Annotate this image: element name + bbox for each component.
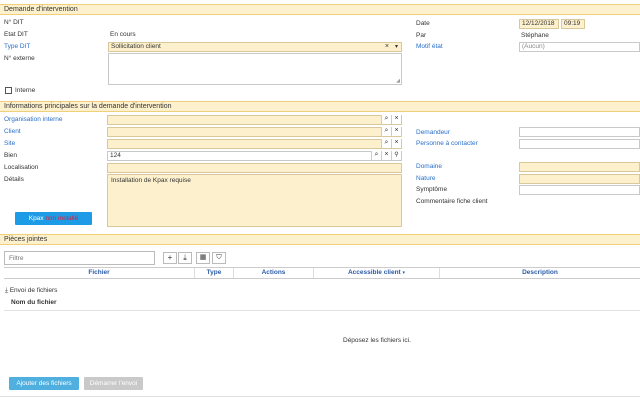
search-icon[interactable]: ⌕ [381, 115, 391, 124]
download-icon[interactable]: ⤓ [178, 252, 192, 264]
clear-icon[interactable]: × [391, 127, 401, 136]
num-externe-textarea[interactable]: ◢ [108, 53, 402, 85]
site-field[interactable]: ⌕ × [107, 139, 402, 149]
personne-contacter-link[interactable]: Personne à contacter [416, 140, 478, 148]
envoi-fichiers-row: ⤓ Envoi de fichiers [5, 287, 57, 295]
grid-icon[interactable]: ▦ [196, 252, 210, 264]
column-header-fichier[interactable]: Fichier [4, 268, 194, 278]
type-dit-value: Sollicitation client [111, 43, 161, 50]
kpax-status-button[interactable]: Kpax non installé [15, 212, 92, 225]
column-header-actions[interactable]: Actions [234, 268, 313, 278]
date-label: Date [416, 20, 430, 27]
etat-dit-label: Etat DIT [4, 31, 28, 38]
time-field[interactable]: 09:19 [561, 19, 585, 29]
search-icon[interactable]: ⌕ [381, 127, 391, 136]
bien-field[interactable]: 124 ⌕ × ⚲ [107, 151, 402, 161]
organisation-link[interactable]: Organisation interne [4, 116, 63, 124]
drop-zone[interactable]: Déposez les fichiers ici. [4, 311, 640, 373]
etat-dit-value: En cours [110, 31, 136, 38]
date-value: 12/12/2018 [522, 20, 555, 27]
column-header-accessible-client[interactable]: Accessible client ▾ [314, 268, 439, 278]
details-textarea[interactable]: Installation de Kpax requise [107, 174, 402, 227]
clear-icon[interactable]: × [381, 151, 391, 160]
nom-fichier-header: Nom du fichier [11, 299, 57, 306]
client-field[interactable]: ⌕ × [107, 127, 402, 137]
sort-down-icon[interactable]: ▾ [403, 270, 406, 276]
par-label: Par [416, 32, 427, 39]
clear-icon[interactable]: × [391, 139, 401, 148]
symptome-field[interactable] [519, 185, 640, 195]
upload-icon: ⤓ [5, 287, 8, 294]
plus-icon[interactable]: + [163, 252, 177, 264]
kpax-warning: non installé [45, 215, 79, 222]
accessible-client-label: Accessible client [347, 269, 401, 276]
filter-icon[interactable]: ⛉ [212, 252, 226, 264]
interne-checkbox[interactable] [5, 87, 12, 94]
clear-icon[interactable]: × [385, 43, 389, 51]
demandeur-link[interactable]: Demandeur [416, 129, 450, 137]
start-upload-button[interactable]: Démarrer l'envoi [84, 377, 143, 390]
chevron-down-icon[interactable]: ▾ [395, 43, 398, 51]
details-value: Installation de Kpax requise [111, 177, 191, 184]
num-dit-label: N° DIT [4, 19, 24, 26]
domaine-field[interactable] [519, 162, 640, 172]
site-link[interactable]: Site [4, 140, 15, 148]
localisation-label: Localisation [4, 164, 39, 171]
localisation-field[interactable] [107, 163, 402, 173]
date-field[interactable]: 12/12/2018 [519, 19, 559, 29]
motif-etat-value: (Aucun) [522, 43, 545, 50]
bien-label: Bien [4, 152, 18, 159]
search-icon[interactable]: ⌕ [371, 151, 381, 160]
column-header-type[interactable]: Type [195, 268, 233, 278]
clear-icon[interactable]: × [391, 115, 401, 124]
nature-field[interactable] [519, 174, 640, 184]
motif-etat-link[interactable]: Motif état [416, 43, 443, 51]
section-header-pieces: Pièces jointes [0, 234, 640, 245]
section-header-demande: Demande d'intervention [0, 4, 640, 15]
time-value: 09:19 [564, 20, 581, 27]
type-dit-select[interactable]: Sollicitation client × ▾ [108, 42, 402, 52]
commentaire-label: Commentaire fiche client [416, 198, 488, 205]
resize-handle-icon[interactable]: ◢ [396, 78, 400, 84]
details-label: Détails [4, 176, 24, 183]
client-link[interactable]: Client [4, 128, 21, 136]
section-header-infos: Informations principales sur la demande … [0, 101, 640, 112]
envoi-fichiers-label: Envoi de fichiers [9, 287, 58, 294]
hierarchy-icon[interactable]: ⚲ [391, 151, 401, 160]
bottom-divider [0, 396, 640, 397]
symptome-label: Symptôme [416, 186, 448, 193]
drop-zone-text: Déposez les fichiers ici. [343, 337, 411, 344]
interne-label: Interne [15, 87, 36, 94]
domaine-link[interactable]: Domaine [416, 163, 442, 171]
personne-contacter-field[interactable] [519, 139, 640, 149]
motif-etat-select[interactable]: (Aucun) [519, 42, 640, 52]
organisation-field[interactable]: ⌕ × [107, 115, 402, 125]
nature-link[interactable]: Nature [416, 175, 436, 183]
num-externe-label: N° externe [4, 55, 35, 62]
demandeur-field[interactable] [519, 127, 640, 137]
filter-input[interactable] [4, 251, 155, 265]
column-header-description[interactable]: Description [440, 268, 640, 278]
par-value: Stéphane [521, 32, 549, 39]
type-dit-link[interactable]: Type DIT [4, 43, 30, 51]
kpax-label: Kpax [28, 215, 46, 222]
bien-value: 124 [110, 152, 121, 159]
add-files-button[interactable]: Ajouter des fichiers [9, 377, 79, 390]
search-icon[interactable]: ⌕ [381, 139, 391, 148]
